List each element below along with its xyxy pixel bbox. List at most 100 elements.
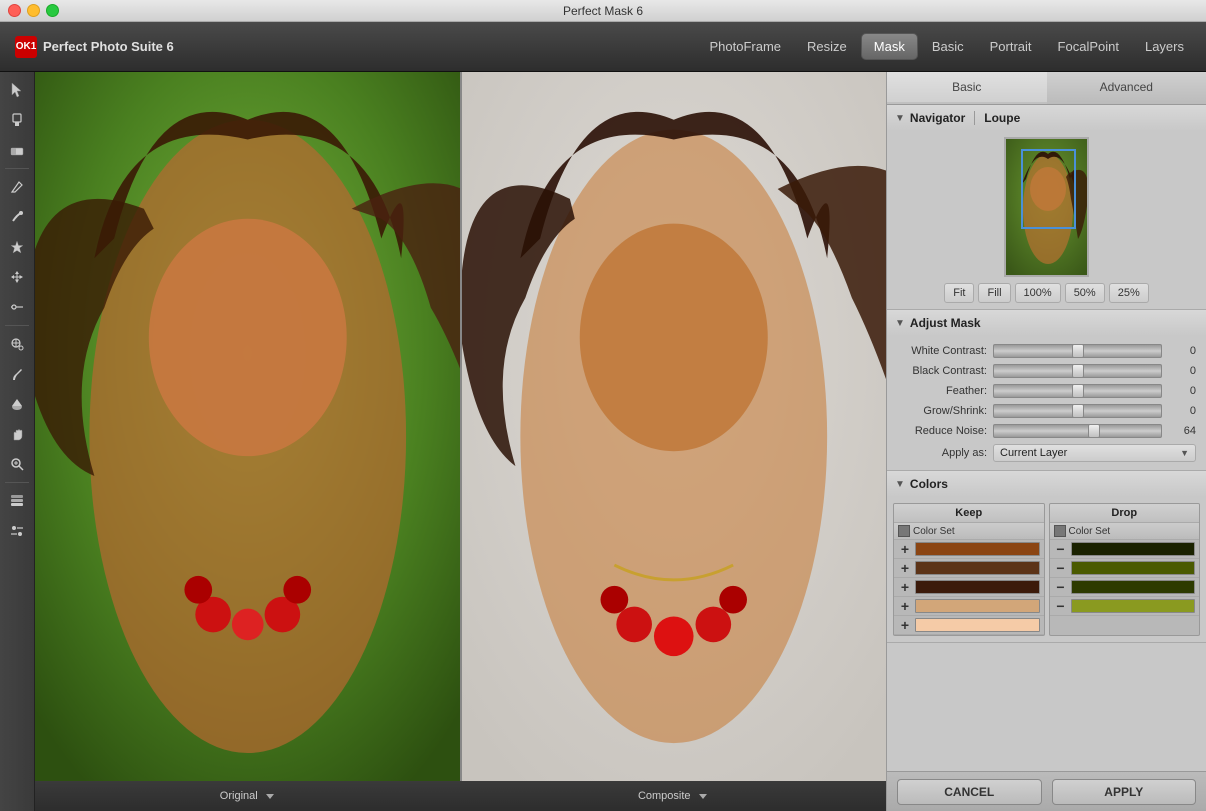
composite-label-text: Composite bbox=[638, 790, 691, 802]
canvas-label-bar: Original Composite bbox=[35, 781, 886, 811]
nav-effects[interactable]: Basic bbox=[920, 34, 976, 59]
drop-swatch-3[interactable] bbox=[1071, 580, 1196, 594]
keep-color-row-5: + bbox=[894, 616, 1044, 635]
keep-swatch-1[interactable] bbox=[915, 542, 1040, 556]
colors-header[interactable]: ▼ Colors bbox=[887, 471, 1206, 497]
tool-separator-2 bbox=[5, 325, 29, 326]
nav-focalpoint[interactable]: FocalPoint bbox=[1046, 34, 1131, 59]
black-contrast-value: 0 bbox=[1168, 365, 1196, 377]
drop-color-set-label: Color Set bbox=[1069, 526, 1111, 537]
tool-zoom[interactable] bbox=[3, 450, 31, 478]
black-contrast-thumb[interactable] bbox=[1072, 364, 1084, 378]
tool-smudge[interactable] bbox=[3, 203, 31, 231]
tool-fill[interactable] bbox=[3, 390, 31, 418]
colors-content: Keep Color Set + bbox=[887, 497, 1206, 642]
tool-clone[interactable] bbox=[3, 330, 31, 358]
apply-button[interactable]: APPLY bbox=[1052, 779, 1197, 805]
apply-as-row: Apply as: Current Layer ▼ bbox=[897, 444, 1196, 462]
drop-color-row-4: − bbox=[1050, 597, 1200, 616]
main-content: Original Composite Basic Advanced ▼ Navi… bbox=[0, 72, 1206, 811]
drop-swatch-4[interactable] bbox=[1071, 599, 1196, 613]
left-label: Original bbox=[35, 781, 461, 811]
colors-grid: Keep Color Set + bbox=[893, 503, 1200, 636]
zoom-50[interactable]: 50% bbox=[1065, 283, 1105, 303]
nav-layers[interactable]: Layers bbox=[1133, 34, 1196, 59]
white-contrast-thumb[interactable] bbox=[1072, 344, 1084, 358]
white-contrast-label: White Contrast: bbox=[897, 345, 987, 357]
keep-header: Keep bbox=[894, 504, 1044, 523]
keep-add-3[interactable]: + bbox=[898, 580, 912, 594]
nav-mask[interactable]: Mask bbox=[861, 33, 918, 60]
tool-layers-mini[interactable] bbox=[3, 487, 31, 515]
tool-brush[interactable] bbox=[3, 106, 31, 134]
black-contrast-slider[interactable] bbox=[993, 364, 1162, 378]
reduce-noise-thumb[interactable] bbox=[1088, 424, 1100, 438]
canvas-composite bbox=[461, 72, 887, 781]
grow-shrink-thumb[interactable] bbox=[1072, 404, 1084, 418]
drop-swatch-1[interactable] bbox=[1071, 542, 1196, 556]
left-toolbar bbox=[0, 72, 35, 811]
keep-add-5[interactable]: + bbox=[898, 618, 912, 632]
tool-pencil[interactable] bbox=[3, 173, 31, 201]
grow-shrink-slider[interactable] bbox=[993, 404, 1162, 418]
keep-swatch-3[interactable] bbox=[915, 580, 1040, 594]
tool-adjustment[interactable] bbox=[3, 517, 31, 545]
tab-advanced[interactable]: Advanced bbox=[1047, 72, 1206, 104]
drop-minus-3[interactable]: − bbox=[1054, 580, 1068, 594]
reduce-noise-slider[interactable] bbox=[993, 424, 1162, 438]
navigator-header[interactable]: ▼ Navigator Loupe bbox=[887, 105, 1206, 131]
zoom-100[interactable]: 100% bbox=[1015, 283, 1061, 303]
drop-minus-1[interactable]: − bbox=[1054, 542, 1068, 556]
tool-star[interactable] bbox=[3, 233, 31, 261]
nav-portrait[interactable]: Portrait bbox=[978, 34, 1044, 59]
feather-slider[interactable] bbox=[993, 384, 1162, 398]
zoom-25[interactable]: 25% bbox=[1109, 283, 1149, 303]
adjust-content: White Contrast: 0 Black Contrast: 0 bbox=[887, 336, 1206, 470]
composite-image bbox=[461, 72, 887, 781]
tool-paint[interactable] bbox=[3, 360, 31, 388]
keep-color-row-1: + bbox=[894, 540, 1044, 559]
nav-preview-viewport[interactable] bbox=[1021, 149, 1076, 229]
keep-add-1[interactable]: + bbox=[898, 542, 912, 556]
tool-eraser[interactable] bbox=[3, 136, 31, 164]
loupe-label[interactable]: Loupe bbox=[984, 111, 1020, 125]
drop-minus-2[interactable]: − bbox=[1054, 561, 1068, 575]
navigator-label: Navigator bbox=[910, 111, 965, 125]
drop-color-row-3: − bbox=[1050, 578, 1200, 597]
tool-select[interactable] bbox=[3, 76, 31, 104]
zoom-fit[interactable]: Fit bbox=[944, 283, 974, 303]
drop-swatch-2[interactable] bbox=[1071, 561, 1196, 575]
maximize-button[interactable] bbox=[46, 4, 59, 17]
nav-photoframe[interactable]: PhotoFrame bbox=[697, 34, 793, 59]
white-contrast-slider[interactable] bbox=[993, 344, 1162, 358]
apply-as-select[interactable]: Current Layer ▼ bbox=[993, 444, 1196, 462]
drop-color-row-2: − bbox=[1050, 559, 1200, 578]
keep-color-row-3: + bbox=[894, 578, 1044, 597]
keep-swatch-4[interactable] bbox=[915, 599, 1040, 613]
original-label-text: Original bbox=[220, 790, 258, 802]
feather-thumb[interactable] bbox=[1072, 384, 1084, 398]
composite-dropdown-icon bbox=[697, 790, 709, 802]
zoom-fill[interactable]: Fill bbox=[978, 283, 1010, 303]
cancel-button[interactable]: CANCEL bbox=[897, 779, 1042, 805]
reduce-noise-row: Reduce Noise: 64 bbox=[897, 424, 1196, 438]
keep-column: Keep Color Set + bbox=[893, 503, 1045, 636]
keep-swatch-5[interactable] bbox=[915, 618, 1040, 632]
tool-hand[interactable] bbox=[3, 420, 31, 448]
drop-minus-4[interactable]: − bbox=[1054, 599, 1068, 613]
tool-adjust[interactable] bbox=[3, 293, 31, 321]
adjust-mask-header[interactable]: ▼ Adjust Mask bbox=[887, 310, 1206, 336]
tab-basic[interactable]: Basic bbox=[887, 72, 1047, 104]
tool-move[interactable] bbox=[3, 263, 31, 291]
drop-color-set-swatch bbox=[1054, 525, 1066, 537]
keep-add-2[interactable]: + bbox=[898, 561, 912, 575]
nav-resize[interactable]: Resize bbox=[795, 34, 859, 59]
keep-swatch-2[interactable] bbox=[915, 561, 1040, 575]
canvas-area: Original Composite bbox=[35, 72, 886, 811]
canvas-divider[interactable] bbox=[460, 72, 462, 781]
reduce-noise-value: 64 bbox=[1168, 425, 1196, 437]
logo-icon: OK1 bbox=[15, 36, 37, 58]
close-button[interactable] bbox=[8, 4, 21, 17]
minimize-button[interactable] bbox=[27, 4, 40, 17]
keep-add-4[interactable]: + bbox=[898, 599, 912, 613]
